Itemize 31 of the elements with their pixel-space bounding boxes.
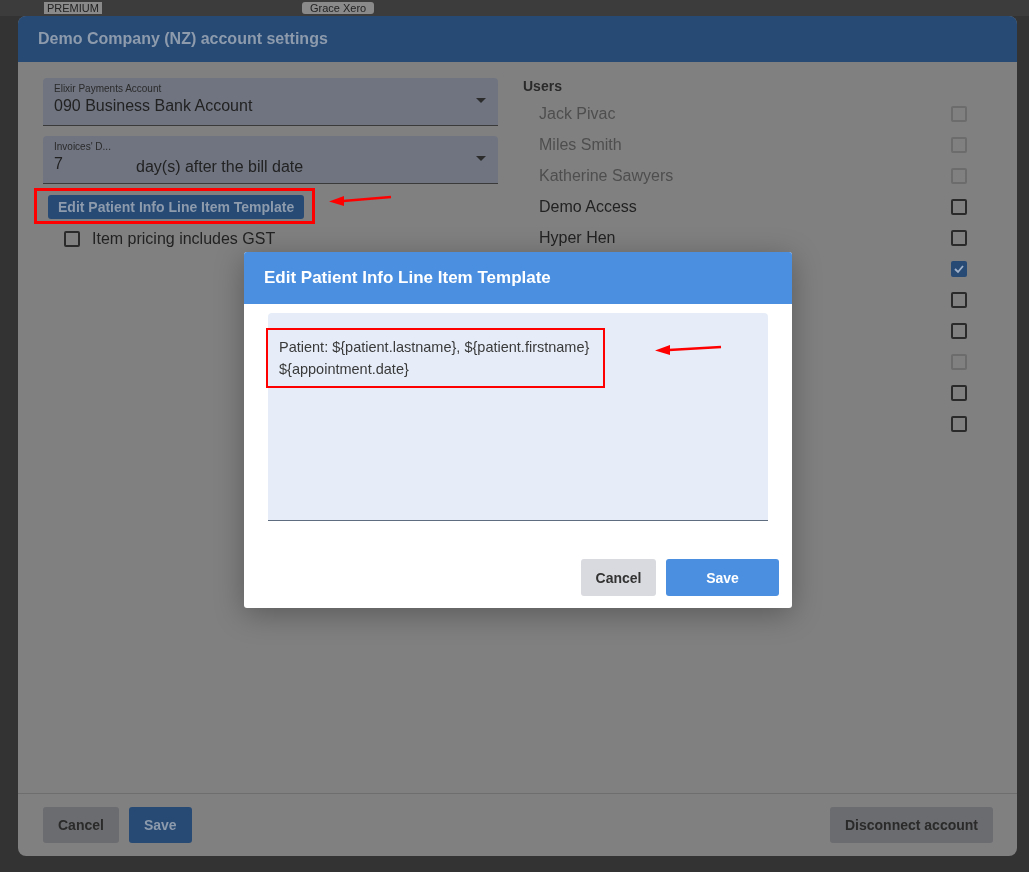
user-name: Hyper Hen: [539, 228, 616, 247]
account-select[interactable]: Elixir Payments Account 090 Business Bank Account: [43, 78, 498, 126]
caret-icon: [476, 156, 486, 161]
checkbox[interactable]: [951, 322, 967, 339]
checkbox[interactable]: [951, 291, 967, 308]
days-field[interactable]: Invoices' D... 7: [43, 136, 125, 184]
checkbox[interactable]: [64, 231, 80, 247]
checkbox[interactable]: [951, 415, 967, 432]
checkbox[interactable]: [951, 384, 967, 401]
due-select[interactable]: day(s) after the bill date: [125, 136, 498, 184]
users-heading: Users: [523, 78, 563, 96]
user-name: Demo Access: [539, 197, 637, 216]
plan-label: PREMIUM: [44, 2, 102, 14]
checkbox-label: Item pricing includes GST: [92, 230, 276, 248]
template-text: Patient: ${patient.lastname}, ${patient.firstname} ${appointment.date}: [279, 338, 590, 379]
dialog-title: Demo Company (NZ) account settings: [38, 30, 328, 48]
annotation-arrow: [655, 344, 723, 356]
checkbox[interactable]: [951, 229, 967, 246]
checkbox[interactable]: [951, 260, 967, 277]
edit-template-button[interactable]: Edit Patient Info Line Item Template: [48, 195, 305, 219]
cancel-button[interactable]: Cancel: [581, 559, 656, 596]
disconnect-button[interactable]: Disconnect account: [829, 807, 993, 843]
template-field[interactable]: Patient: ${patient.lastname}, ${patient.firstname} ${appointment.date}: [268, 313, 768, 521]
user-chip[interactable]: Grace Xero: [301, 2, 375, 14]
save-button[interactable]: Save: [666, 559, 779, 596]
dialog-title: Edit Patient Info Line Item Template: [264, 268, 551, 288]
checkbox[interactable]: [951, 198, 967, 215]
save-button[interactable]: Save: [128, 807, 192, 843]
annotation-arrow: [329, 194, 393, 206]
caret-icon: [476, 98, 486, 103]
cancel-button[interactable]: Cancel: [43, 807, 119, 843]
